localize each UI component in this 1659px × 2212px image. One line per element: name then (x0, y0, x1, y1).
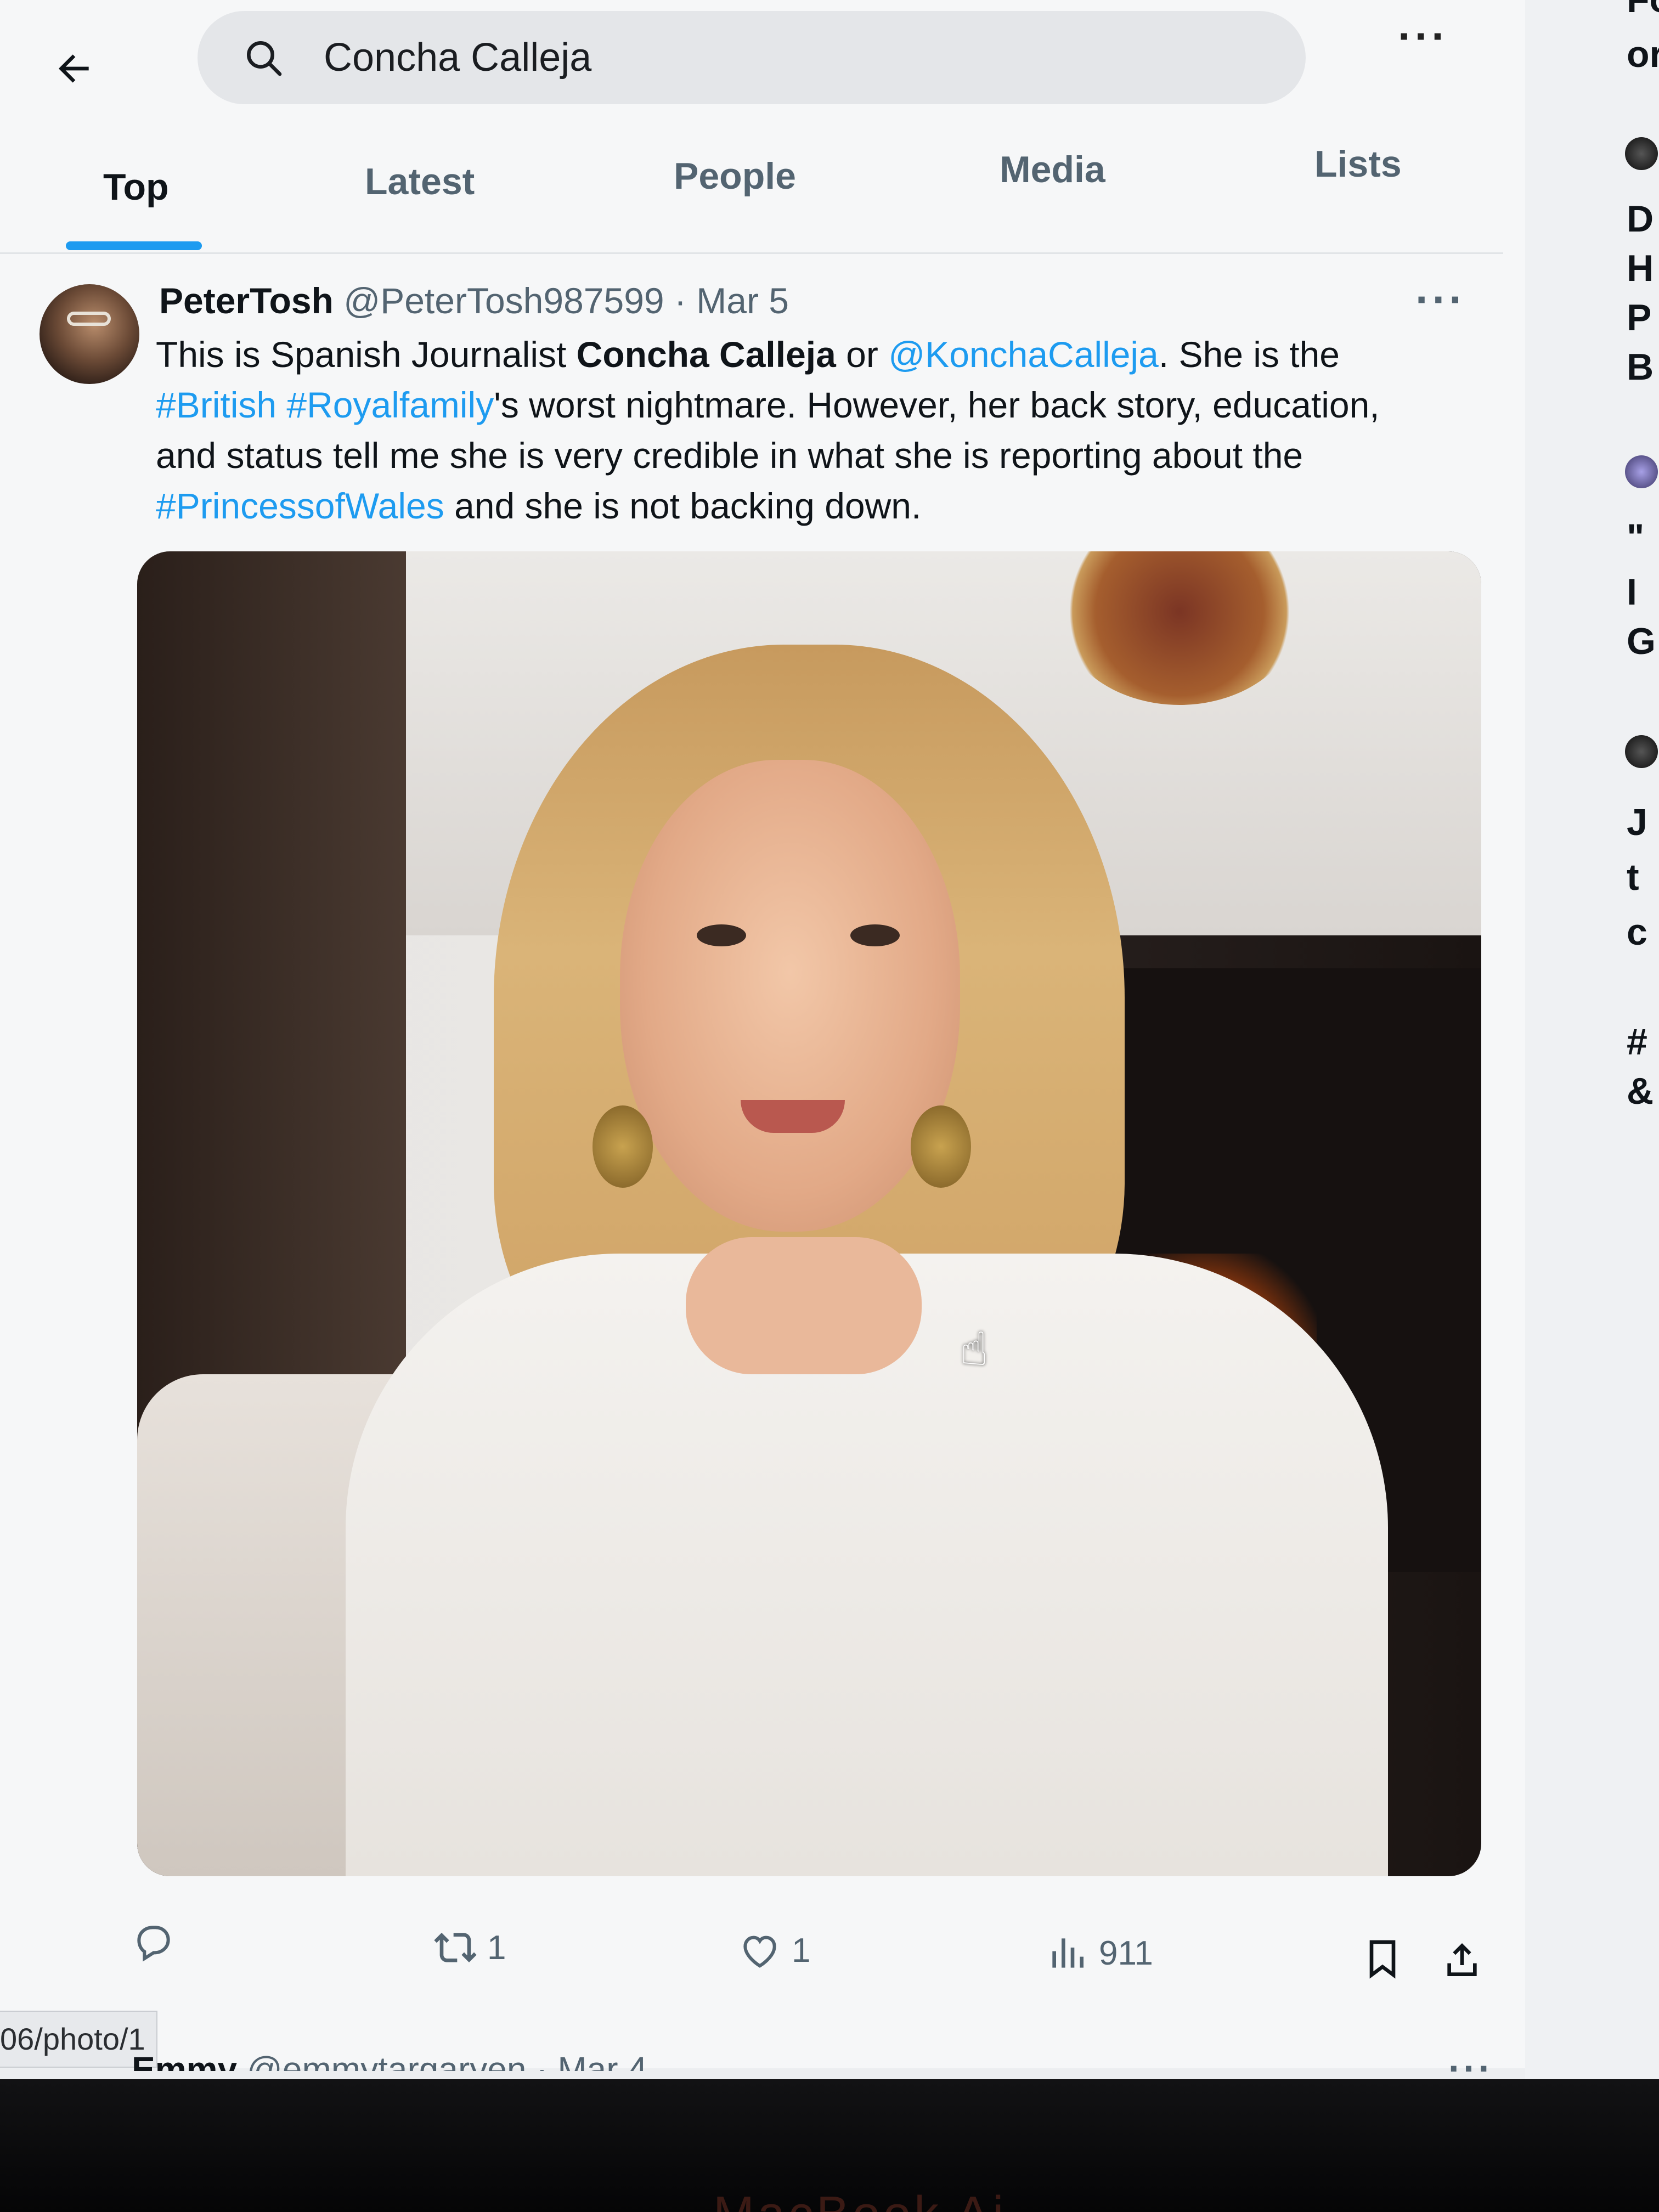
bold-name: Concha Calleja (576, 334, 836, 375)
retweet-icon (434, 1933, 477, 1962)
arrow-left-icon (59, 54, 89, 83)
avatar[interactable] (40, 284, 139, 384)
share-button[interactable] (1440, 1938, 1484, 1982)
author-handle[interactable]: @PeterTosh987599 (343, 280, 664, 321)
active-tab-indicator (66, 241, 202, 250)
tweet-date[interactable]: Mar 5 (696, 280, 789, 321)
retweet-count: 1 (487, 1928, 506, 1967)
bookmark-icon (1369, 1940, 1396, 1979)
next-tweet-date[interactable]: Mar 4 (557, 2050, 647, 2071)
text-segment (276, 385, 286, 425)
photo-earring-right (911, 1105, 971, 1188)
sidebar-fragment: B (1627, 346, 1654, 388)
more-options-button[interactable]: ··· (1398, 11, 1448, 61)
retweet-button[interactable]: 1 (433, 1926, 506, 1970)
text-segment: This is Spanish Journalist (156, 334, 577, 375)
tab-people[interactable]: People (674, 155, 796, 198)
browser-screen: Concha Calleja ··· Top Latest People Med… (0, 0, 1659, 2085)
tab-media[interactable]: Media (1000, 148, 1105, 191)
reply-icon (137, 1926, 170, 1962)
next-author-name[interactable]: Emmy (132, 2050, 237, 2071)
search-query: Concha Calleja (324, 36, 592, 80)
hashtag-princessofwales[interactable]: #PrincessofWales (156, 486, 444, 526)
mention-link[interactable]: @KonchaCalleja (888, 334, 1159, 375)
tweet-actions: 1 1 911 (0, 1898, 1525, 1986)
heart-icon (743, 1936, 776, 1968)
sidebar-fragment: t (1627, 856, 1639, 898)
next-tweet-header[interactable]: Emmy @emmytargaryen · Mar 4 (132, 2049, 647, 2071)
sidebar-fragment: D (1627, 198, 1654, 240)
sidebar-fragment: P (1627, 297, 1652, 338)
avatar-glasses (67, 312, 111, 326)
sidebar-avatar[interactable] (1625, 735, 1658, 768)
text-segment: and she is not backing down. (444, 486, 922, 526)
next-separator: · (536, 2050, 548, 2071)
sidebar-fragment: I (1627, 571, 1637, 613)
sidebar-fragment: & (1627, 1070, 1654, 1112)
tweet-header: PeterTosh @PeterTosh987599 · Mar 5 (159, 280, 789, 321)
photo-hand (686, 1237, 922, 1374)
tab-latest[interactable]: Latest (365, 160, 475, 203)
like-count: 1 (792, 1931, 811, 1970)
bookmark-button[interactable] (1361, 1937, 1404, 1980)
back-button[interactable] (44, 38, 104, 99)
photo-face (620, 760, 960, 1232)
text-segment: . She is the (1158, 334, 1340, 375)
sidebar-fragment: H (1627, 247, 1654, 289)
tab-top[interactable]: Top (103, 166, 169, 208)
sidebar-fragment: J (1627, 802, 1647, 843)
sidebar-fragment: c (1627, 911, 1647, 953)
tweet[interactable]: PeterTosh @PeterTosh987599 · Mar 5 ··· T… (0, 252, 1525, 2030)
photo-smile (741, 1100, 845, 1133)
next-author-handle[interactable]: @emmytargaryen (247, 2050, 527, 2071)
photo-eye-left (697, 924, 746, 946)
laptop-model-label: MacBook Ai (713, 2186, 1007, 2212)
search-icon (247, 41, 282, 76)
views-button[interactable]: 911 (1045, 1931, 1153, 1975)
tweet-text: This is Spanish Journalist Concha Callej… (156, 329, 1440, 531)
hand-cursor-icon: ☝ (960, 1323, 989, 1375)
tweet-photo[interactable]: ☝ (137, 551, 1481, 1876)
sidebar-avatar[interactable] (1625, 455, 1658, 488)
search-tabs: Top Latest People Media Lists (0, 126, 1503, 254)
views-count: 911 (1099, 1934, 1153, 1972)
header-separator: · (674, 280, 686, 321)
search-input[interactable]: Concha Calleja (198, 11, 1306, 104)
sidebar-fragment: # (1627, 1021, 1647, 1063)
reply-button[interactable] (132, 1920, 185, 1964)
photo-earring-left (592, 1105, 653, 1188)
like-button[interactable]: 1 (738, 1928, 810, 1972)
text-segment: or (836, 334, 889, 375)
tweet-more-button[interactable]: ··· (1415, 274, 1466, 325)
sidebar-fragment: Fo (1627, 0, 1659, 21)
sidebar-avatar[interactable] (1625, 137, 1658, 170)
tab-lists[interactable]: Lists (1314, 143, 1402, 185)
share-icon (1447, 1943, 1477, 1976)
sidebar-fragment: " (1627, 516, 1645, 558)
sidebar-fragment: G (1627, 620, 1656, 662)
hashtag-royalfamily[interactable]: #Royalfamily (286, 385, 494, 425)
photo-eye-right (850, 924, 900, 946)
sidebar-fragment: or (1627, 33, 1659, 75)
search-results-column: Concha Calleja ··· Top Latest People Med… (0, 0, 1525, 2085)
author-name[interactable]: PeterTosh (159, 280, 334, 321)
views-chart-icon (1052, 1938, 1084, 1968)
hashtag-british[interactable]: #British (156, 385, 276, 425)
